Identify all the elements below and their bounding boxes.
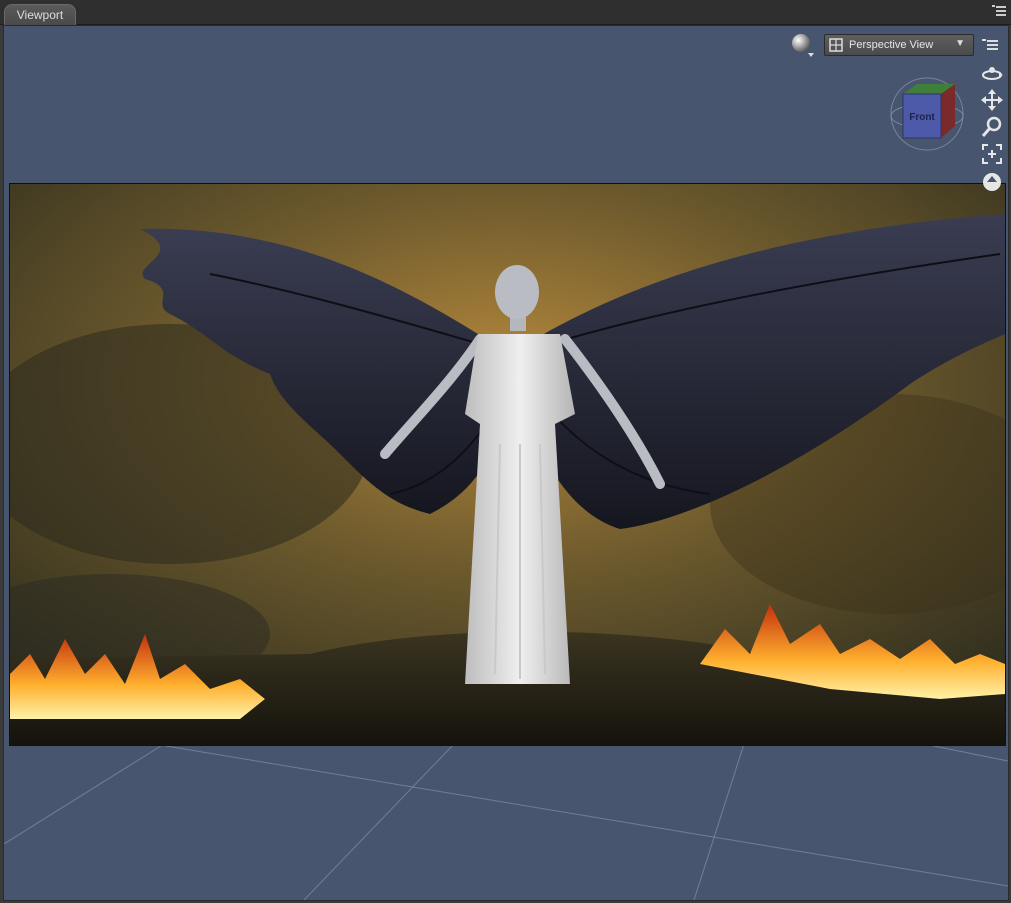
more-tools-icon[interactable] [981, 170, 1003, 192]
viewport[interactable]: Perspective View ▼ Front [3, 25, 1009, 901]
view-label: Perspective View [849, 39, 934, 51]
view-cube[interactable]: Front [889, 76, 965, 152]
camera-view-dropdown[interactable]: Perspective View ▼ [824, 34, 974, 56]
orbit-icon[interactable] [981, 62, 1003, 84]
tab-viewport[interactable]: Viewport [4, 4, 76, 25]
camera-grid-icon [829, 38, 843, 52]
render-preview [9, 183, 1006, 746]
navigation-tools [978, 62, 1006, 192]
panel-tab-bar: Viewport [0, 0, 1011, 25]
view-cube-face-label: Front [909, 112, 935, 123]
zoom-icon[interactable] [981, 116, 1003, 138]
chevron-down-icon: ▼ [955, 38, 965, 49]
frame-icon[interactable] [981, 143, 1003, 165]
pan-icon[interactable] [981, 89, 1003, 111]
viewport-toolbar: Perspective View ▼ [788, 32, 1000, 58]
panel-options-icon[interactable] [991, 3, 1007, 19]
scene-image [10, 184, 1005, 745]
sphere-shading-icon[interactable] [788, 32, 818, 58]
options-menu-icon[interactable] [980, 34, 1000, 56]
